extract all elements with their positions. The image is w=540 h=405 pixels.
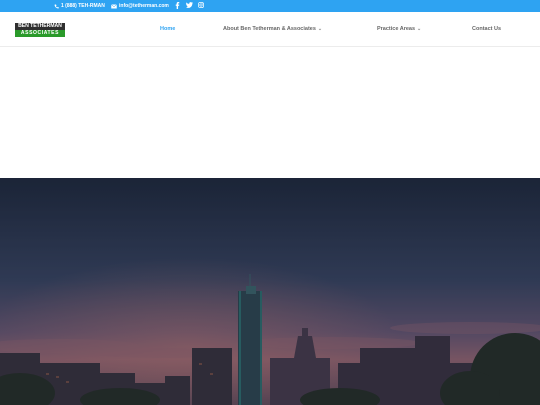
nav-item-about[interactable]: About Ben Tetherman & Associates ⌄ [223,25,322,33]
instagram-icon [198,2,204,8]
logo-subtitle: ASSOCIATES [15,30,65,37]
email-address[interactable]: info@tetherman.com [119,3,169,9]
nav-item-practice-areas[interactable]: Practice Areas ⌄ [377,25,421,33]
top-bar: 1 (888) TEH-RMAN info@tetherman.com [0,0,540,12]
chevron-down-icon: ⌄ [317,26,323,32]
phone-number[interactable]: 1 (888) TEH-RMAN [61,3,105,9]
facebook-link[interactable] [175,2,180,10]
site-logo[interactable]: BEN TETHERMAN ASSOCIATES [15,23,65,37]
nav-item-label: Home [160,26,176,32]
instagram-link[interactable] [198,2,204,10]
email-contact[interactable]: info@tetherman.com [111,2,169,10]
nav-item-contact[interactable]: Contact Us [472,25,501,33]
nav-item-home[interactable]: Home [160,25,175,33]
chevron-down-icon: ⌄ [417,26,422,32]
phone-contact[interactable]: 1 (888) TEH-RMAN [54,2,105,10]
twitter-icon [186,2,193,8]
phone-icon [54,4,59,8]
city-skyline-image [0,178,540,405]
nav-item-label: Contact Us [472,26,502,32]
nav-item-label: Practice Areas [377,26,416,32]
site-header: BEN TETHERMAN ASSOCIATES Home About Ben … [0,12,540,47]
hero-image [0,178,540,405]
nav-item-label: About Ben Tetherman & Associates [223,26,316,32]
twitter-link[interactable] [186,2,193,10]
logo-name: BEN TETHERMAN [15,23,65,30]
facebook-icon [175,2,180,9]
envelope-icon [111,3,117,8]
content-spacer [0,47,540,178]
